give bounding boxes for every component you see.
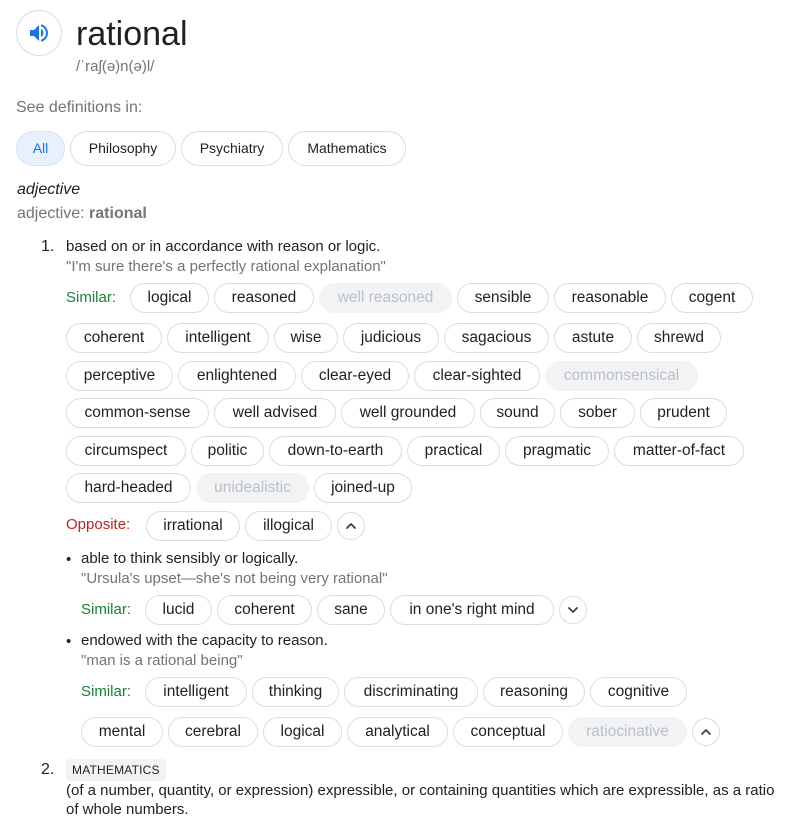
category-chip-psychiatry[interactable]: Psychiatry xyxy=(181,131,283,166)
synonym-chip[interactable]: matter-of-fact xyxy=(614,436,744,466)
synonym-chip[interactable]: hard-headed xyxy=(66,473,191,503)
similar-label: Similar: xyxy=(66,289,117,306)
synonym-chip[interactable]: cognitive xyxy=(590,677,687,707)
synonym-chip[interactable]: practical xyxy=(407,436,500,466)
synonym-chip[interactable]: down-to-earth xyxy=(269,436,402,466)
synonym-chip[interactable]: analytical xyxy=(347,717,448,747)
sub-definition: able to think sensibly or logically. xyxy=(81,550,299,567)
synonym-chip[interactable]: common-sense xyxy=(66,398,209,428)
synonym-chip[interactable]: sound xyxy=(480,398,555,428)
synonym-chip[interactable]: sensible xyxy=(457,283,549,313)
chevron-up-icon xyxy=(701,729,711,735)
category-chip-all[interactable]: All xyxy=(16,131,65,166)
synonym-chip[interactable]: sagacious xyxy=(444,323,549,353)
synonym-chip[interactable]: conceptual xyxy=(453,717,563,747)
synonym-chip-disabled: well reasoned xyxy=(319,283,452,313)
synonym-chip[interactable]: well advised xyxy=(214,398,336,428)
synonym-chip[interactable]: joined-up xyxy=(314,473,412,503)
synonym-chip[interactable]: discriminating xyxy=(344,677,478,707)
synonym-chip[interactable]: sober xyxy=(560,398,635,428)
similar-label: Similar: xyxy=(81,683,132,700)
synonym-chip[interactable]: perceptive xyxy=(66,361,173,391)
listen-button[interactable] xyxy=(16,10,62,56)
synonym-chip[interactable]: judicious xyxy=(343,323,439,353)
collapse-button[interactable] xyxy=(692,718,720,746)
synonym-chip[interactable]: wise xyxy=(274,323,338,353)
headword: rational xyxy=(76,15,188,53)
sub-example: "man is a rational being" xyxy=(81,652,243,669)
synonym-chip[interactable]: thinking xyxy=(252,677,339,707)
chevron-up-icon xyxy=(346,523,356,529)
synonym-chip[interactable]: reasoning xyxy=(483,677,585,707)
pos-word: rational xyxy=(89,205,147,222)
synonym-chip[interactable]: intelligent xyxy=(145,677,247,707)
see-definitions-label: See definitions in: xyxy=(16,99,143,116)
synonym-chip[interactable]: shrewd xyxy=(637,323,721,353)
sub-example: "Ursula's upset—she's not being very rat… xyxy=(81,570,388,587)
synonym-chip[interactable]: astute xyxy=(554,323,632,353)
category-chip-philosophy[interactable]: Philosophy xyxy=(70,131,176,166)
synonym-chip[interactable]: logical xyxy=(130,283,209,313)
synonym-chip-disabled: unidealistic xyxy=(196,473,309,503)
synonym-chip[interactable]: clear-eyed xyxy=(301,361,409,391)
opposite-label: Opposite: xyxy=(66,516,131,533)
synonym-chip[interactable]: coherent xyxy=(66,323,162,353)
synonym-chip-disabled: ratiocinative xyxy=(568,717,687,747)
sense-number: 2. xyxy=(41,761,55,778)
synonym-chip[interactable]: reasoned xyxy=(214,283,314,313)
expand-button[interactable] xyxy=(559,596,587,624)
synonym-chip[interactable]: cerebral xyxy=(168,717,258,747)
synonym-chip[interactable]: mental xyxy=(81,717,163,747)
synonym-chip[interactable]: politic xyxy=(191,436,264,466)
synonym-chip[interactable]: coherent xyxy=(217,595,312,625)
definition: (of a number, quantity, or expression) e… xyxy=(66,782,775,818)
synonym-chip[interactable]: enlightened xyxy=(178,361,296,391)
phonetic: /ˈraʃ(ə)n(ə)l/ xyxy=(76,58,155,75)
collapse-button[interactable] xyxy=(337,512,365,540)
synonym-chip[interactable]: intelligent xyxy=(167,323,269,353)
synonym-chip[interactable]: prudent xyxy=(640,398,727,428)
speaker-icon xyxy=(30,24,48,42)
sense-number: 1. xyxy=(41,238,55,255)
bullet-dot: • xyxy=(66,551,72,568)
synonym-chip[interactable]: reasonable xyxy=(554,283,666,313)
synonym-chip[interactable]: in one's right mind xyxy=(390,595,554,625)
synonym-chip[interactable]: logical xyxy=(263,717,342,747)
antonym-chip[interactable]: illogical xyxy=(245,511,332,541)
synonym-chip[interactable]: cogent xyxy=(671,283,753,313)
antonym-chip[interactable]: irrational xyxy=(146,511,240,541)
example: "I'm sure there's a perfectly rational e… xyxy=(66,258,386,275)
pos-line: adjective: rational xyxy=(17,204,147,224)
domain-label: MATHEMATICS xyxy=(66,759,166,781)
bullet-dot: • xyxy=(66,633,72,650)
synonym-chip[interactable]: lucid xyxy=(145,595,212,625)
part-of-speech: adjective xyxy=(17,181,81,198)
synonym-chip[interactable]: pragmatic xyxy=(505,436,609,466)
synonym-chip[interactable]: clear-sighted xyxy=(414,361,540,391)
category-chip-mathematics[interactable]: Mathematics xyxy=(288,131,406,166)
synonym-chip[interactable]: circumspect xyxy=(66,436,186,466)
synonym-chip-disabled: commonsensical xyxy=(545,361,698,391)
similar-label: Similar: xyxy=(81,601,132,618)
pos-label: adjective: xyxy=(17,205,85,222)
sub-definition: endowed with the capacity to reason. xyxy=(81,632,328,649)
chevron-down-icon xyxy=(568,607,578,613)
synonym-chip[interactable]: well grounded xyxy=(341,398,475,428)
definition: based on or in accordance with reason or… xyxy=(66,238,381,255)
synonym-chip[interactable]: sane xyxy=(317,595,385,625)
